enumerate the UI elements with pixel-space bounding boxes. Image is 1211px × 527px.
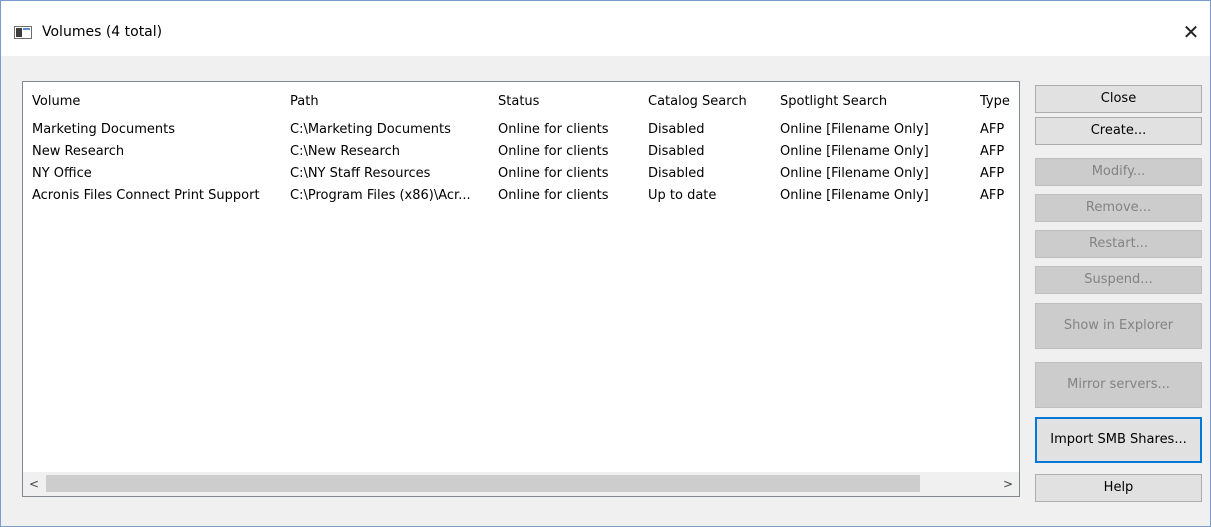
table-row[interactable]: NY Office C:\NY Staff Resources Online f… (23, 164, 1019, 186)
column-header-path[interactable]: Path (290, 94, 485, 109)
table-row[interactable]: New Research C:\New Research Online for … (23, 142, 1019, 164)
table-row[interactable]: Marketing Documents C:\Marketing Documen… (23, 120, 1019, 142)
window-title: Volumes (4 total) (42, 24, 163, 40)
cell-type: AFP (980, 188, 1005, 203)
cell-path: C:\Marketing Documents (290, 122, 451, 137)
cell-volume: NY Office (32, 166, 92, 181)
suspend-button[interactable]: Suspend... (1035, 266, 1202, 294)
restart-button[interactable]: Restart... (1035, 230, 1202, 258)
remove-button[interactable]: Remove... (1035, 194, 1202, 222)
close-icon[interactable]: ✕ (1178, 19, 1204, 45)
cell-catalog-search: Up to date (648, 188, 717, 203)
cell-status: Online for clients (498, 188, 609, 203)
column-header-type[interactable]: Type (980, 94, 1010, 109)
close-button[interactable]: Close (1035, 85, 1202, 113)
cell-type: AFP (980, 122, 1005, 137)
cell-volume: Marketing Documents (32, 122, 176, 137)
cell-path: C:\Program Files (x86)\Acr... (290, 188, 471, 203)
cell-path: C:\New Research (290, 144, 400, 159)
cell-status: Online for clients (498, 122, 609, 137)
column-header-volume[interactable]: Volume (32, 94, 80, 109)
cell-status: Online for clients (498, 144, 609, 159)
title-bar: Volumes (4 total) ✕ (1, 1, 1210, 56)
cell-volume: New Research (32, 144, 125, 159)
help-button[interactable]: Help (1035, 474, 1202, 502)
column-header-catalog-search[interactable]: Catalog Search (648, 94, 747, 109)
cell-status: Online for clients (498, 166, 609, 181)
list-header: Volume Path Status Catalog Search Spotli… (23, 82, 1019, 118)
create-button[interactable]: Create... (1035, 117, 1202, 145)
volumes-dialog: Volumes (4 total) ✕ Volume Path Status C… (0, 0, 1211, 527)
cell-spotlight-search: Online [Filename Only] (780, 144, 929, 159)
mirror-servers-button[interactable]: Mirror servers... (1035, 362, 1202, 408)
cell-path: C:\NY Staff Resources (290, 166, 431, 181)
scroll-right-icon[interactable]: > (997, 472, 1019, 496)
cell-type: AFP (980, 144, 1005, 159)
horizontal-scrollbar[interactable]: < > (23, 472, 1019, 496)
window-app-icon (14, 26, 32, 39)
cell-spotlight-search: Online [Filename Only] (780, 188, 929, 203)
cell-catalog-search: Disabled (648, 166, 705, 181)
modify-button[interactable]: Modify... (1035, 158, 1202, 186)
cell-type: AFP (980, 166, 1005, 181)
show-in-explorer-button[interactable]: Show in Explorer (1035, 303, 1202, 349)
cell-catalog-search: Disabled (648, 144, 705, 159)
column-header-status[interactable]: Status (498, 94, 539, 109)
scroll-left-icon[interactable]: < (23, 472, 45, 496)
volumes-list[interactable]: Volume Path Status Catalog Search Spotli… (22, 81, 1020, 497)
cell-catalog-search: Disabled (648, 122, 705, 137)
cell-spotlight-search: Online [Filename Only] (780, 122, 929, 137)
scrollbar-thumb[interactable] (46, 475, 920, 492)
import-smb-shares-button[interactable]: Import SMB Shares... (1035, 417, 1202, 463)
cell-spotlight-search: Online [Filename Only] (780, 166, 929, 181)
column-header-spotlight-search[interactable]: Spotlight Search (780, 94, 887, 109)
cell-volume: Acronis Files Connect Print Support (32, 188, 260, 203)
table-row[interactable]: Acronis Files Connect Print Support C:\P… (23, 186, 1019, 208)
